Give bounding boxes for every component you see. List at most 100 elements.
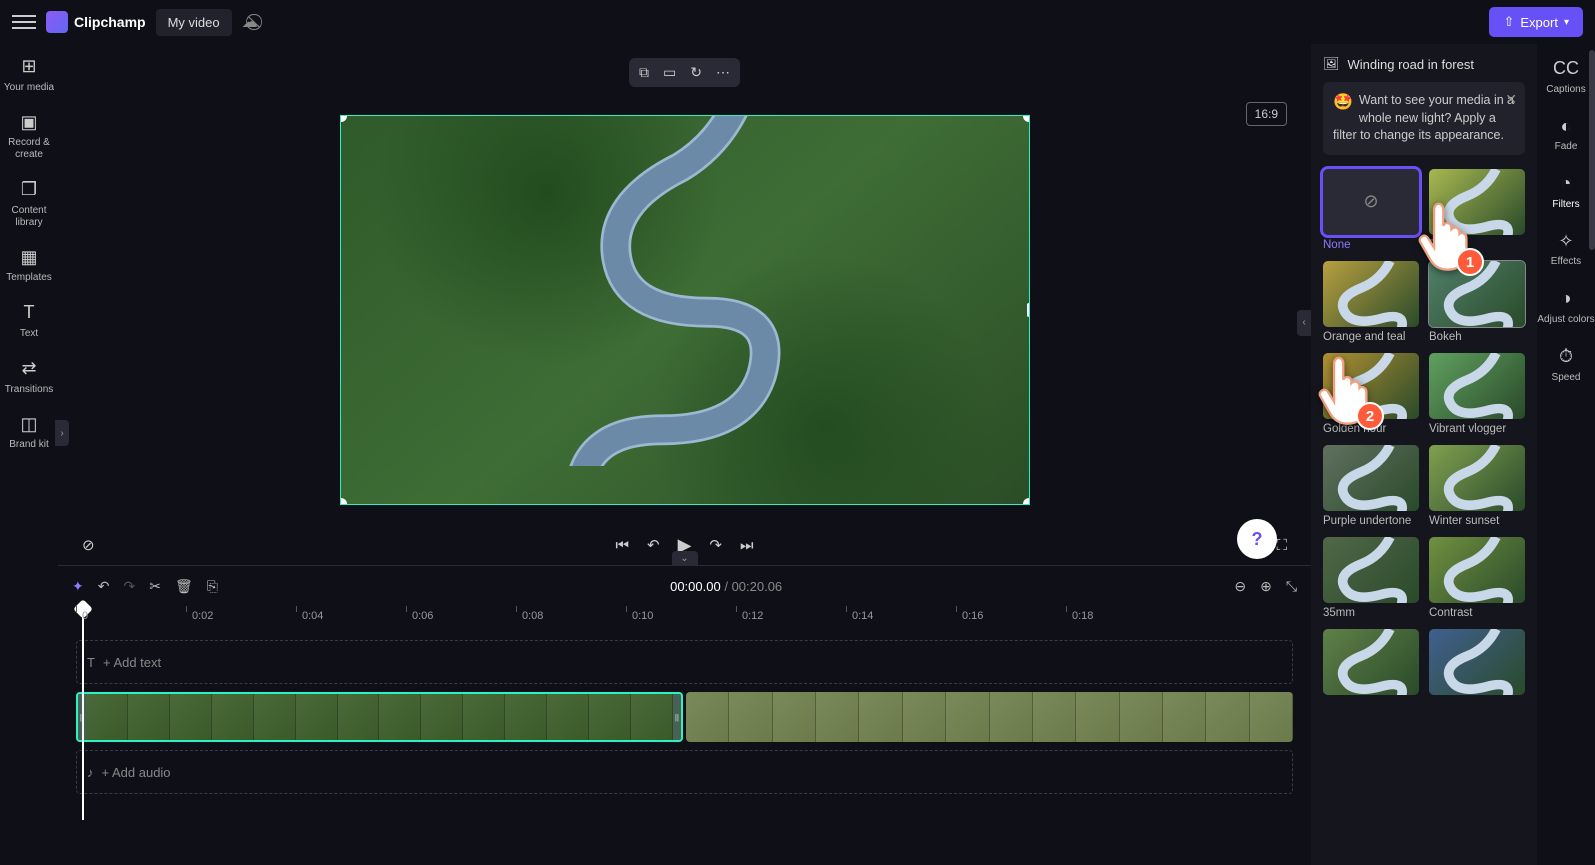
resize-handle-bl[interactable] bbox=[340, 498, 347, 505]
sidebar-your-media[interactable]: ⊞Your media bbox=[4, 56, 54, 94]
preview-toolbar: ⧉ ▭ ↻ ⋯ bbox=[629, 58, 740, 87]
export-label: Export bbox=[1520, 15, 1558, 30]
rail-effects[interactable]: ✧Effects bbox=[1551, 231, 1581, 269]
filter-thumbnail bbox=[1323, 537, 1419, 603]
filter-tip: 🤩 Want to see your media in a whole new … bbox=[1323, 82, 1525, 155]
app-logo: Clipchamp bbox=[46, 11, 146, 33]
filter-purple-undertone[interactable]: Purple undertone bbox=[1323, 445, 1419, 527]
clip-thumbnail bbox=[729, 692, 772, 742]
video-track[interactable]: || || bbox=[76, 692, 1293, 742]
hide-preview-icon[interactable]: ⊘ bbox=[82, 536, 95, 554]
hamburger-menu[interactable] bbox=[12, 10, 36, 34]
ai-sparkle-icon[interactable]: ✦ bbox=[72, 578, 84, 595]
filter-golden-hour[interactable]: Golden hour bbox=[1323, 353, 1419, 435]
timeline-collapse[interactable]: ⌄ bbox=[672, 551, 698, 565]
rail-fade[interactable]: ◐Fade bbox=[1555, 116, 1578, 154]
ruler-tick: 0:08 bbox=[522, 610, 543, 622]
rotate-icon[interactable]: ↻ bbox=[690, 64, 702, 81]
resize-handle-tl[interactable] bbox=[340, 115, 347, 122]
clip-handle-right[interactable]: || bbox=[673, 694, 681, 740]
sidebar-record-create[interactable]: ▣Record & create bbox=[0, 112, 58, 162]
transitions-icon: ⇄ bbox=[21, 358, 36, 380]
clip-thumbnail bbox=[212, 694, 254, 740]
crop-icon[interactable]: ⧉ bbox=[639, 64, 649, 81]
upload-icon: ⇧ bbox=[1503, 14, 1514, 30]
text-track[interactable]: T + Add text bbox=[76, 640, 1293, 684]
rail-captions[interactable]: CCCaptions bbox=[1546, 58, 1585, 96]
sidebar-templates[interactable]: ▦Templates bbox=[6, 247, 52, 285]
filters-icon: ◔ bbox=[1561, 173, 1572, 195]
resize-handle-mr[interactable] bbox=[1027, 303, 1030, 317]
clip-thumbnail bbox=[1033, 692, 1076, 742]
filter-winter-sunset[interactable]: Winter sunset bbox=[1429, 445, 1525, 527]
camera-icon: ▣ bbox=[20, 112, 37, 134]
ruler-tick: 0:12 bbox=[742, 610, 763, 622]
sidebar-text[interactable]: TText bbox=[20, 302, 38, 340]
filter-label: Golden hour bbox=[1323, 423, 1419, 435]
fullscreen-icon[interactable]: ⛶ bbox=[1276, 537, 1287, 554]
cloud-sync-off-icon[interactable]: ☁︎⃠ bbox=[242, 12, 258, 32]
export-button[interactable]: ⇧ Export ▾ bbox=[1489, 7, 1583, 37]
filter-retro[interactable]: Retro bbox=[1429, 169, 1525, 251]
video-preview[interactable] bbox=[340, 115, 1030, 505]
timeline-ruler[interactable]: 00:020:040:060:080:100:120:140:160:18 bbox=[76, 606, 1293, 632]
filter-none[interactable]: ⊘None bbox=[1323, 169, 1419, 251]
sidebar-transitions[interactable]: ⇄Transitions bbox=[5, 358, 54, 396]
filter-label: Retro bbox=[1429, 239, 1525, 251]
clip-thumbnail bbox=[946, 692, 989, 742]
clip-thumbnail bbox=[128, 694, 170, 740]
video-title-input[interactable]: My video bbox=[156, 9, 232, 36]
clip-thumbnail bbox=[631, 694, 673, 740]
clipchamp-logo-icon bbox=[46, 11, 68, 33]
filter-orange-teal[interactable]: Orange and teal bbox=[1323, 261, 1419, 343]
add-audio-placeholder: + Add audio bbox=[102, 765, 171, 780]
filter-vibrant-vlogger[interactable]: Vibrant vlogger bbox=[1429, 353, 1525, 435]
right-panel-collapse[interactable]: ‹ bbox=[1297, 310, 1311, 336]
undo-icon[interactable]: ↶ bbox=[98, 578, 110, 595]
ruler-tick: 0:10 bbox=[632, 610, 653, 622]
fit-icon[interactable]: ▭ bbox=[663, 64, 676, 81]
captions-icon: CC bbox=[1553, 58, 1579, 80]
forward-icon[interactable]: ↷ bbox=[709, 536, 722, 554]
clip-thumbnail bbox=[859, 692, 902, 742]
audio-track[interactable]: ♪ + Add audio bbox=[76, 750, 1293, 794]
video-clip-1[interactable]: || || bbox=[76, 692, 683, 742]
zoom-in-icon[interactable]: ⊕ bbox=[1260, 578, 1272, 595]
duplicate-icon[interactable]: ⎘ bbox=[207, 578, 218, 595]
redo-icon[interactable]: ↷ bbox=[123, 578, 135, 595]
resize-handle-br[interactable] bbox=[1023, 498, 1030, 505]
clip-thumbnail bbox=[338, 694, 380, 740]
ruler-tick: 0:04 bbox=[302, 610, 323, 622]
close-tip-icon[interactable]: ✕ bbox=[1505, 90, 1517, 110]
sidebar-content-library[interactable]: ❐Content library bbox=[0, 179, 58, 229]
zoom-fit-icon[interactable]: ⤡ bbox=[1286, 578, 1297, 595]
zoom-out-icon[interactable]: ⊖ bbox=[1234, 578, 1246, 595]
help-button[interactable]: ? bbox=[1237, 519, 1277, 559]
skip-forward-icon[interactable]: ⏭ bbox=[740, 537, 754, 554]
folder-plus-icon: ⊞ bbox=[21, 56, 36, 78]
filter-thumbnail bbox=[1429, 629, 1525, 695]
skip-back-icon[interactable]: ⏮ bbox=[615, 537, 629, 554]
resize-handle-tr[interactable] bbox=[1023, 115, 1030, 122]
filter-extra2[interactable] bbox=[1429, 629, 1525, 699]
filter-thumbnail bbox=[1429, 353, 1525, 419]
filter-extra1[interactable] bbox=[1323, 629, 1419, 699]
left-sidebar: ⊞Your media ▣Record & create ❐Content li… bbox=[0, 44, 58, 865]
rail-filters[interactable]: ◔Filters bbox=[1552, 173, 1579, 211]
fade-icon: ◐ bbox=[1561, 116, 1572, 138]
rail-speed[interactable]: ⏱Speed bbox=[1552, 346, 1581, 384]
video-clip-2[interactable] bbox=[686, 692, 1293, 742]
filter-bokeh[interactable]: Bokeh bbox=[1429, 261, 1525, 343]
filter-contrast[interactable]: Contrast bbox=[1429, 537, 1525, 619]
sidebar-brand-kit[interactable]: ◫Brand kit bbox=[9, 414, 48, 452]
clip-thumbnail bbox=[816, 692, 859, 742]
rail-adjust-colors[interactable]: ◑Adjust colors bbox=[1537, 288, 1594, 326]
delete-icon[interactable]: 🗑 bbox=[175, 578, 193, 595]
more-icon[interactable]: ⋯ bbox=[716, 64, 730, 81]
rewind-icon[interactable]: ↶ bbox=[647, 536, 660, 554]
clip-thumbnail bbox=[505, 694, 547, 740]
filter-label: Vibrant vlogger bbox=[1429, 423, 1525, 435]
filter-35mm[interactable]: 35mm bbox=[1323, 537, 1419, 619]
text-track-icon: T bbox=[87, 655, 95, 670]
split-icon[interactable]: ✂ bbox=[149, 578, 161, 595]
